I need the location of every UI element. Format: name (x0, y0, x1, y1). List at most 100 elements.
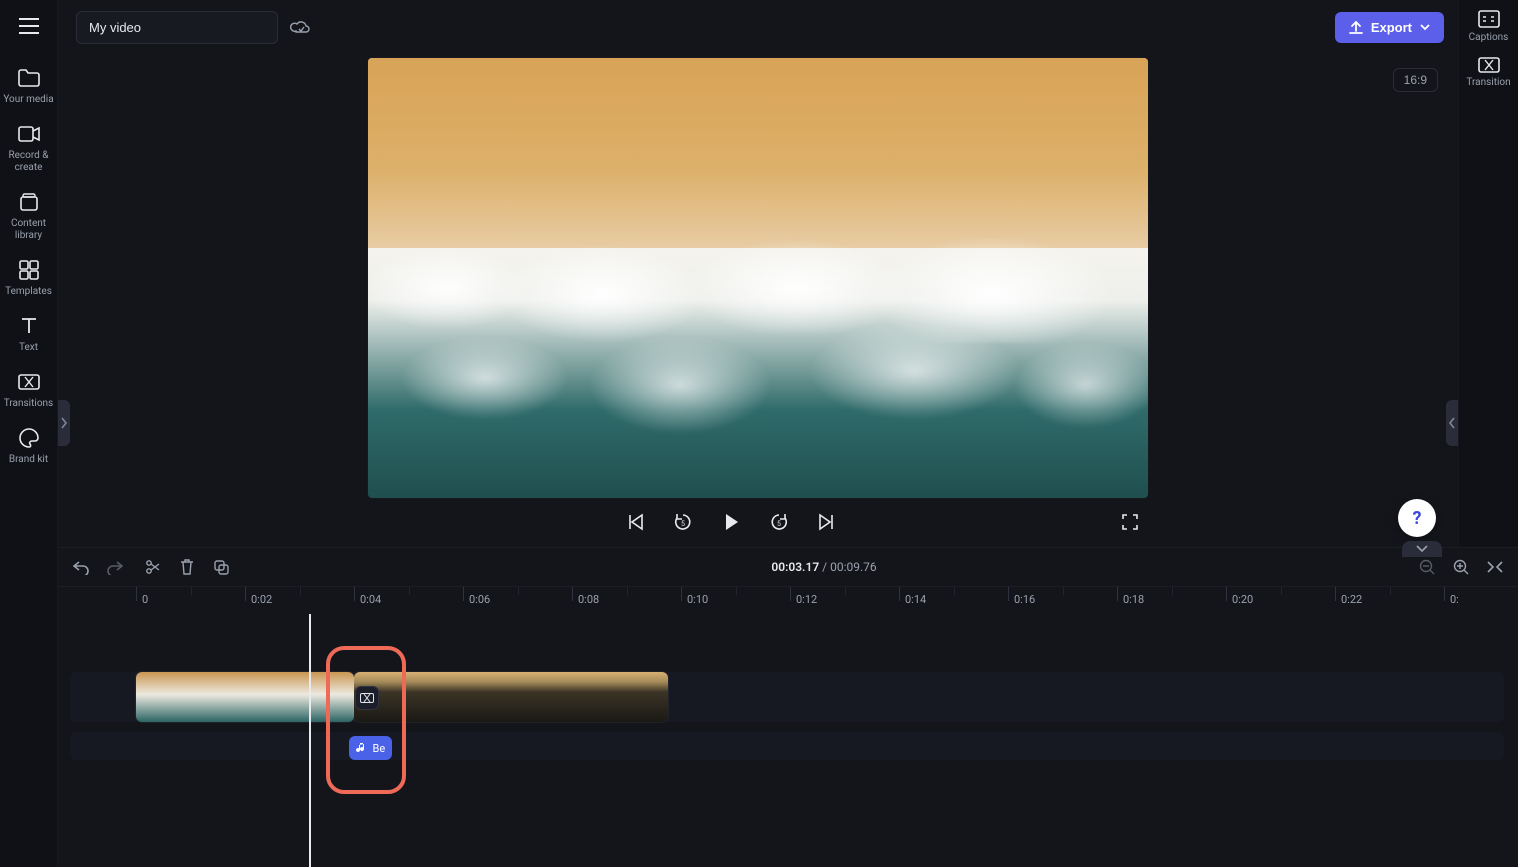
ruler-minor-tick (1063, 587, 1064, 595)
transition-icon (17, 370, 41, 394)
left-sidebar: Your media Record & create Content libra… (0, 0, 58, 867)
ruler-tick (681, 587, 682, 601)
sidebar-item-label: Captions (1469, 32, 1509, 43)
svg-text:5: 5 (681, 520, 685, 528)
ruler-label: 0:20 (1232, 593, 1253, 606)
ruler-tick (1008, 587, 1009, 601)
ruler-label: 0:04 (360, 593, 381, 606)
ruler-label: 0:02 (251, 593, 272, 606)
sidebar-item-brand-kit[interactable]: Brand kit (3, 426, 55, 466)
duplicate-button[interactable] (210, 556, 232, 578)
ruler-label: 0:10 (687, 593, 708, 606)
sidebar-item-label: Text (19, 342, 38, 354)
annotation-highlight (326, 646, 406, 794)
playhead[interactable] (309, 614, 311, 867)
timeline-tracks[interactable]: Be (58, 614, 1518, 867)
topbar: Export (58, 0, 1458, 54)
ruler-minor-tick (845, 587, 846, 595)
play-button[interactable] (719, 510, 743, 534)
ruler-tick (1444, 587, 1445, 601)
library-icon (17, 190, 41, 214)
aspect-ratio-button[interactable]: 16:9 (1393, 68, 1438, 92)
video-preview[interactable] (368, 58, 1148, 498)
ruler-label: 0:14 (905, 593, 926, 606)
ruler-label: 0: (1450, 593, 1459, 606)
ruler-minor-tick (954, 587, 955, 595)
timeline-toolbar: 00:03.17 / 00:09.76 (58, 548, 1518, 586)
rewind-5s-button[interactable]: 5 (671, 510, 695, 534)
sidebar-item-label: Templates (5, 286, 52, 298)
ruler-minor-tick (736, 587, 737, 595)
palette-icon (17, 426, 41, 450)
folder-icon (17, 66, 41, 90)
upload-icon (1349, 20, 1363, 34)
audio-track-bg (70, 732, 1504, 760)
split-button[interactable] (142, 556, 164, 578)
sidebar-item-label: Your media (3, 94, 53, 106)
sidebar-item-text[interactable]: Text (3, 314, 55, 354)
fullscreen-button[interactable] (1118, 510, 1142, 534)
hamburger-menu[interactable] (11, 8, 47, 44)
ruler-label: 0:22 (1341, 593, 1362, 606)
ruler-label: 0 (142, 593, 148, 606)
project-title-input[interactable] (76, 11, 278, 44)
forward-5s-button[interactable]: 5 (767, 510, 791, 534)
video-clip[interactable] (136, 672, 354, 722)
help-button[interactable]: ? (1398, 499, 1436, 537)
ruler-label: 0:18 (1123, 593, 1144, 606)
export-button[interactable]: Export (1335, 12, 1444, 43)
zoom-out-button[interactable] (1416, 556, 1438, 578)
sidebar-item-record-create[interactable]: Record & create (3, 122, 55, 174)
svg-text:5: 5 (777, 520, 781, 528)
sidebar-item-your-media[interactable]: Your media (3, 66, 55, 106)
chevron-down-icon (1420, 22, 1430, 32)
sidebar-item-label: Record & create (3, 150, 55, 174)
ruler-label: 0:08 (578, 593, 599, 606)
timecode: 00:03.17 / 00:09.76 (248, 560, 1400, 574)
camera-icon (17, 122, 41, 146)
captions-icon (1478, 10, 1500, 28)
sidebar-item-templates[interactable]: Templates (3, 258, 55, 298)
fit-timeline-button[interactable] (1484, 556, 1506, 578)
timeline-ruler[interactable]: 00:020:040:060:080:100:120:140:160:180:2… (58, 586, 1518, 614)
sidebar-item-label: Transitions (4, 398, 53, 410)
sidebar-item-captions[interactable]: Captions (1462, 10, 1516, 43)
skip-back-button[interactable] (623, 510, 647, 534)
ruler-tick (899, 587, 900, 601)
ruler-tick (1335, 587, 1336, 601)
ruler-minor-tick (1281, 587, 1282, 595)
sidebar-item-label: Content library (3, 218, 55, 242)
preview-area: 16:9 5 5 ? (58, 54, 1458, 547)
zoom-in-button[interactable] (1450, 556, 1472, 578)
collapse-timeline-button[interactable] (1402, 541, 1442, 557)
skip-forward-button[interactable] (815, 510, 839, 534)
delete-button[interactable] (176, 556, 198, 578)
sidebar-item-content-library[interactable]: Content library (3, 190, 55, 242)
ruler-label: 0:06 (469, 593, 490, 606)
ruler-tick (463, 587, 464, 601)
playback-controls: 5 5 (368, 498, 1148, 540)
text-icon (17, 314, 41, 338)
ruler-minor-tick (627, 587, 628, 595)
cloud-sync-icon[interactable] (290, 19, 310, 35)
ruler-label: 0:12 (796, 593, 817, 606)
transition-badge[interactable] (355, 686, 379, 710)
ruler-tick (1226, 587, 1227, 601)
sidebar-item-label: Transition (1466, 77, 1510, 88)
ruler-minor-tick (300, 587, 301, 595)
total-time: 00:09.76 (830, 560, 877, 574)
ruler-tick (354, 587, 355, 601)
ruler-minor-tick (409, 587, 410, 595)
right-sidebar: Captions Transition (1458, 0, 1518, 547)
current-time: 00:03.17 (771, 560, 819, 574)
timeline: 00:03.17 / 00:09.76 0 0:02 0:04 0:06 0:08 0:1… (58, 547, 1518, 867)
ruler-minor-tick (1172, 587, 1173, 595)
ruler-tick (245, 587, 246, 601)
sidebar-item-transition[interactable]: Transition (1462, 57, 1516, 88)
undo-button[interactable] (70, 556, 92, 578)
export-label: Export (1371, 20, 1412, 35)
ruler-tick (136, 587, 137, 601)
redo-button[interactable] (104, 556, 126, 578)
ruler-tick (1117, 587, 1118, 601)
sidebar-item-transitions[interactable]: Transitions (3, 370, 55, 410)
